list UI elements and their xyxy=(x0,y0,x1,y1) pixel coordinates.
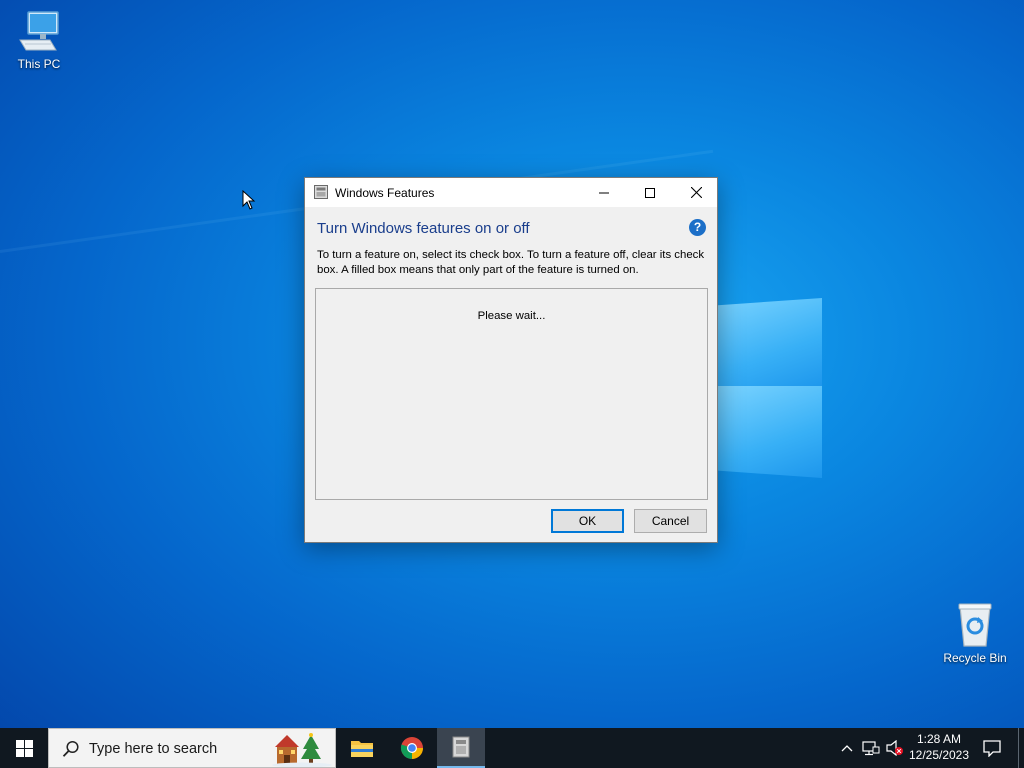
windows-logo-icon xyxy=(15,739,33,757)
network-icon xyxy=(862,741,880,756)
desktop-icon-this-pc[interactable]: This PC xyxy=(2,10,76,71)
mouse-cursor-icon xyxy=(242,190,256,210)
desktop-icon-recycle-bin[interactable]: Recycle Bin xyxy=(938,602,1012,665)
maximize-icon xyxy=(645,187,655,198)
windows-wallpaper-logo xyxy=(718,290,822,480)
desktop-icon-label: Recycle Bin xyxy=(943,651,1007,665)
action-center-button[interactable] xyxy=(978,728,1006,768)
minimize-button[interactable] xyxy=(581,178,627,207)
close-button[interactable] xyxy=(673,178,719,207)
features-tree[interactable]: Please wait... xyxy=(315,288,708,500)
dialog-titlebar[interactable]: Windows Features xyxy=(305,178,717,207)
minimize-icon xyxy=(599,192,609,193)
desktop-icon-label: This PC xyxy=(17,57,61,71)
chrome-icon xyxy=(400,737,423,759)
clock-time: 1:28 AM xyxy=(916,732,962,746)
cancel-button[interactable]: Cancel xyxy=(634,509,707,533)
volume-tray-button[interactable] xyxy=(884,728,906,768)
chevron-up-icon xyxy=(841,745,853,752)
notifications-icon xyxy=(983,740,1001,757)
windows-features-dialog: Windows Features Turn Windows features o… xyxy=(304,177,718,543)
show-desktop-button[interactable] xyxy=(1018,728,1024,768)
taskbar-windows-features[interactable] xyxy=(437,728,485,768)
search-placeholder: Type here to search xyxy=(89,741,218,757)
recycle-bin-icon xyxy=(958,603,992,647)
ok-button[interactable]: OK xyxy=(551,509,624,533)
show-hidden-icons-button[interactable] xyxy=(836,728,858,768)
network-tray-button[interactable] xyxy=(860,728,882,768)
taskbar-clock[interactable]: 1:28 AM 12/25/2023 xyxy=(906,731,972,763)
taskbar-file-explorer[interactable] xyxy=(338,728,386,768)
dialog-title: Windows Features xyxy=(335,186,435,200)
close-icon xyxy=(690,187,702,198)
loading-status: Please wait... xyxy=(477,310,546,322)
windows-features-icon xyxy=(452,736,470,758)
maximize-button[interactable] xyxy=(627,178,673,207)
windows-features-icon xyxy=(314,185,328,199)
taskbar: Type here to search 1:28 AM 12/25/2023 xyxy=(0,728,1024,768)
taskbar-search-box[interactable]: Type here to search xyxy=(48,728,336,768)
help-icon[interactable]: ? xyxy=(689,219,706,236)
dialog-heading: Turn Windows features on or off xyxy=(317,220,530,237)
taskbar-chrome[interactable] xyxy=(388,728,436,768)
holiday-gingerbread-house-icon xyxy=(272,733,332,767)
clock-date: 12/25/2023 xyxy=(908,748,970,762)
search-icon xyxy=(62,740,79,757)
computer-icon xyxy=(19,11,59,51)
start-button[interactable] xyxy=(0,728,48,768)
folder-icon xyxy=(351,741,373,757)
volume-muted-icon xyxy=(886,740,903,756)
dialog-description: To turn a feature on, select its check b… xyxy=(317,249,705,276)
